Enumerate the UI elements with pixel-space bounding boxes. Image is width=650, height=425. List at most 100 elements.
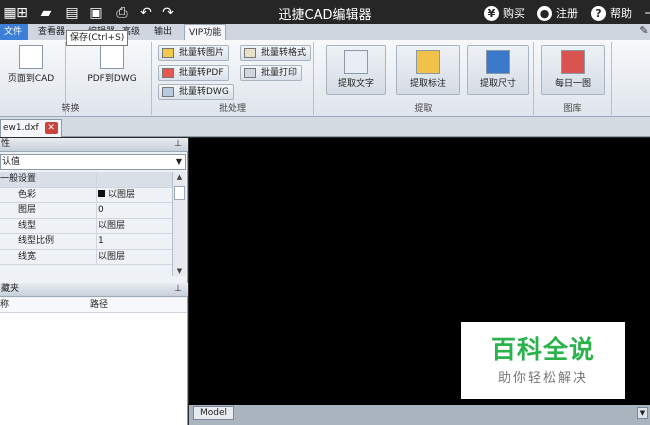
properties-header: 性 ⊥ [0, 138, 188, 152]
group-convert-2: PDF到DWG [66, 42, 152, 115]
watermark-logo: 百科全说 助你轻松解决 [461, 322, 625, 399]
daily-image-icon [561, 50, 585, 74]
chevron-down-icon[interactable]: ▼ [637, 407, 648, 419]
dropdown-value: 认值 [2, 157, 21, 167]
category-label: 一般设置 [0, 174, 37, 184]
save-tooltip: 保存(Ctrl+S) [66, 30, 129, 46]
properties-scrollbar[interactable]: ▲ ▼ [172, 172, 186, 276]
column-divider [96, 172, 97, 187]
dwg-icon [162, 87, 174, 97]
print-icon [244, 68, 256, 78]
image-icon [162, 48, 174, 58]
page-to-cad-button[interactable]: 页面到CAD [2, 45, 60, 95]
group-batch: 批量转图片 批量转格式 批量转PDF 批量打印 批量转DWG 批处理 [152, 42, 314, 115]
extract-dimension-button[interactable]: 提取尺寸 [467, 45, 529, 95]
color-swatch [98, 189, 105, 197]
title-bar: ▦ ⊞ ▰ ▤ ▣ ⎙ ↶ ↷ 迅捷CAD编辑器 ¥ 购买 ● 注册 ? 帮助 … [0, 0, 650, 26]
property-key: 色彩 [18, 189, 37, 200]
column-path[interactable]: 路径 [90, 298, 108, 312]
batch-to-pdf-button[interactable]: 批量转PDF [158, 65, 229, 81]
extract-annotation-button[interactable]: 提取标注 [396, 45, 460, 95]
property-value: 以图层 [98, 188, 135, 203]
pin-icon[interactable]: ⊥ [174, 138, 182, 151]
document-tab[interactable]: ew1.dxf ✕ [0, 119, 62, 137]
minimize-icon[interactable]: – [638, 3, 650, 23]
property-value: 以图层 [98, 251, 126, 262]
extract-text-button[interactable]: 提取文字 [326, 45, 386, 95]
pdf-to-dwg-button[interactable]: PDF到DWG [82, 45, 142, 95]
batch-print-button[interactable]: 批量打印 [240, 65, 303, 81]
yen-icon: ¥ [484, 5, 499, 21]
layout-tab-bar: Model ▼ [189, 405, 650, 425]
property-key: 线型比例 [18, 236, 55, 246]
daily-image-label: 每日一图 [554, 79, 591, 89]
group-extract: 提取文字 提取标注 提取尺寸 提取 [314, 42, 534, 115]
register-label: 注册 [556, 7, 578, 20]
chevron-down-icon: ▼ [175, 157, 182, 166]
ribbon: 页面到CAD 转换 PDF到DWG 批量转图片 批量转格式 批量转PDF 批量打… [0, 40, 650, 117]
property-value: 0 [98, 205, 104, 215]
pdf-to-dwg-label: PDF到DWG [87, 74, 137, 84]
scroll-thumb[interactable] [174, 186, 185, 200]
property-key: 线宽 [18, 251, 37, 262]
batch-to-image-button[interactable]: 批量转图片 [158, 45, 230, 61]
watermark-title: 百科全说 [490, 335, 595, 364]
scroll-down-icon[interactable]: ▼ [173, 267, 186, 275]
properties-dropdown[interactable]: 认值 ▼ [0, 154, 186, 170]
page-to-cad-icon [19, 45, 43, 69]
property-row[interactable]: 线型比例 1 [0, 234, 172, 250]
column-divider [96, 234, 97, 249]
column-divider [96, 249, 97, 264]
document-tab-label: ew1.dxf [3, 123, 39, 133]
help-button[interactable]: ? 帮助 [591, 3, 632, 23]
pin-icon[interactable]: ⊥ [174, 283, 182, 296]
column-divider [96, 187, 97, 202]
format-icon [244, 48, 256, 58]
favorites-table: 称 路径 [0, 298, 187, 425]
batch-to-dwg-button[interactable]: 批量转DWG [158, 84, 234, 100]
property-key: 线型 [18, 220, 37, 231]
pdf-icon [162, 68, 174, 78]
property-category[interactable]: 一般设置 [0, 172, 172, 188]
property-key: 图层 [18, 205, 37, 215]
scroll-up-icon[interactable]: ▲ [173, 173, 186, 181]
properties-panel: 性 ⊥ 认值 ▼ 一般设置 色彩 以图层 图层 0 线型 以图层 线型比例 1 … [0, 138, 188, 425]
watermark-subtitle: 助你轻松解决 [497, 371, 588, 386]
group-extract-label: 提取 [414, 104, 433, 114]
extract-dimension-label: 提取尺寸 [479, 79, 516, 89]
batch-to-pdf-label: 批量转PDF [179, 68, 224, 78]
register-button[interactable]: ● 注册 [537, 3, 578, 23]
property-value: 1 [98, 236, 104, 246]
extract-text-icon [344, 50, 368, 74]
favorites-title: 藏夹 [1, 284, 20, 294]
batch-to-format-button[interactable]: 批量转格式 [240, 45, 312, 61]
user-icon: ● [537, 5, 552, 21]
column-name[interactable]: 称 [0, 300, 9, 310]
tab-output[interactable]: 输出 [150, 24, 176, 40]
property-row[interactable]: 色彩 以图层 [0, 187, 172, 203]
page-to-cad-label: 页面到CAD [7, 74, 55, 84]
properties-title: 性 [1, 139, 11, 149]
tab-viewer[interactable]: 查看器 [34, 24, 69, 40]
column-divider [96, 203, 97, 218]
group-batch-label: 批处理 [218, 104, 246, 114]
property-row[interactable]: 线宽 以图层 [0, 249, 172, 265]
extract-text-label: 提取文字 [337, 79, 374, 89]
app-window: ▦ ⊞ ▰ ▤ ▣ ⎙ ↶ ↷ 迅捷CAD编辑器 ¥ 购买 ● 注册 ? 帮助 … [0, 0, 650, 425]
daily-image-button[interactable]: 每日一图 [541, 45, 605, 95]
tab-file[interactable]: 文件 [0, 24, 28, 40]
favorites-table-header: 称 路径 [0, 298, 187, 313]
property-row[interactable]: 线型 以图层 [0, 218, 172, 234]
extract-annotation-icon [416, 50, 440, 74]
help-icon: ? [591, 5, 606, 21]
property-value-text: 以图层 [108, 189, 136, 200]
pen-icon[interactable]: ✎ [634, 21, 650, 41]
buy-button[interactable]: ¥ 购买 [484, 3, 525, 23]
tab-vip[interactable]: VIP功能 [184, 24, 227, 40]
help-label: 帮助 [610, 7, 632, 20]
property-row[interactable]: 图层 0 [0, 203, 172, 219]
close-icon[interactable]: ✕ [44, 122, 58, 134]
model-tab[interactable]: Model [193, 406, 235, 420]
batch-to-dwg-label: 批量转DWG [179, 87, 229, 97]
batch-to-image-label: 批量转图片 [179, 48, 225, 58]
